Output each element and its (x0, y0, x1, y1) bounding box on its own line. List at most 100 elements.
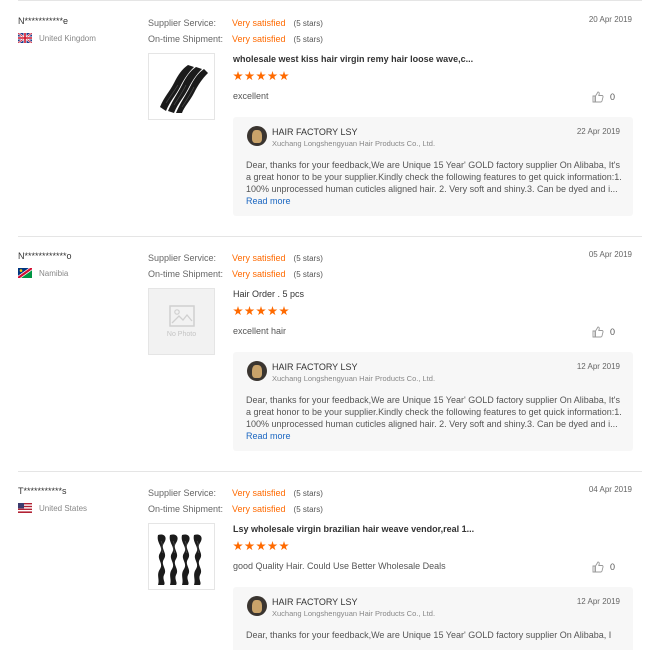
star-icon (233, 541, 243, 551)
star-icon (256, 71, 266, 81)
helpful-count: 0 (609, 327, 615, 337)
ontime-shipment-label: On-time Shipment: (148, 504, 224, 514)
product-title[interactable]: Lsy wholesale virgin brazilian hair weav… (233, 524, 474, 534)
star-icon (233, 71, 243, 81)
supplier-service-row: Supplier Service: Very satisfied (5 star… (148, 15, 323, 31)
reply-date: 22 Apr 2019 (576, 127, 620, 136)
supplier-service-stars: (5 stars) (293, 488, 323, 498)
supplier-service-value: Very satisfied (232, 488, 286, 498)
read-more-link[interactable]: Read more (246, 431, 291, 441)
reply-company-name: Xuchang Longshengyuan Hair Products Co.,… (272, 609, 436, 618)
reply-supplier-name: HAIR FACTORY LSY (272, 362, 358, 372)
supplier-reply: HAIR FACTORY LSY Xuchang Longshengyuan H… (233, 352, 633, 451)
buyer-country: United States (18, 503, 87, 513)
reply-company-name: Xuchang Longshengyuan Hair Products Co.,… (272, 139, 436, 148)
star-icon (279, 306, 289, 316)
ontime-shipment-row: On-time Shipment: Very satisfied (5 star… (148, 266, 323, 282)
supplier-reply: HAIR FACTORY LSY Xuchang Longshengyuan H… (233, 587, 633, 650)
star-icon (279, 71, 289, 81)
supplier-service-row: Supplier Service: Very satisfied (5 star… (148, 485, 323, 501)
helpful-button[interactable]: 0 (592, 326, 615, 338)
buyer-country: Namibia (16, 266, 69, 280)
ontime-shipment-stars: (5 stars) (293, 34, 323, 44)
namibia-flag-icon (16, 266, 34, 280)
review-item: N***********e United Kingdom Supplier Se… (0, 0, 650, 236)
country-name: United States (39, 503, 88, 513)
supplier-service-stars: (5 stars) (293, 253, 323, 263)
ontime-shipment-value: Very satisfied (232, 269, 286, 279)
product-thumbnail[interactable]: No Photo (148, 288, 215, 355)
buyer-name: N************o (18, 251, 72, 261)
ontime-shipment-row: On-time Shipment: Very satisfied (5 star… (148, 31, 323, 47)
ontime-shipment-stars: (5 stars) (293, 269, 323, 279)
product-thumbnail[interactable] (148, 523, 215, 590)
review-date: 05 Apr 2019 (588, 250, 632, 259)
reply-body: Dear, thanks for your feedback,We are Un… (246, 160, 622, 194)
buyer-name: T***********s (18, 486, 67, 496)
ontime-shipment-value: Very satisfied (232, 504, 286, 514)
review-stars (233, 71, 291, 81)
review-stars (233, 306, 291, 316)
review-stars (233, 541, 291, 551)
no-photo-label: No Photo (166, 331, 197, 338)
review-text: excellent hair (233, 326, 287, 336)
star-icon (267, 306, 278, 316)
thumbs-up-icon (592, 561, 604, 573)
product-title[interactable]: Hair Order . 5 pcs (233, 289, 304, 299)
star-icon (233, 306, 243, 316)
supplier-service-value: Very satisfied (232, 253, 286, 263)
ontime-shipment-row: On-time Shipment: Very satisfied (5 star… (148, 501, 323, 517)
buyer-country: United Kingdom (17, 32, 96, 44)
reply-supplier-name: HAIR FACTORY LSY (272, 597, 358, 607)
no-photo-icon (168, 305, 195, 327)
reply-company-name: Xuchang Longshengyuan Hair Products Co.,… (272, 374, 436, 383)
supplier-service-stars: (5 stars) (293, 18, 323, 28)
review-date: 20 Apr 2019 (588, 15, 632, 24)
reply-supplier-name: HAIR FACTORY LSY (272, 127, 358, 137)
supplier-service-row: Supplier Service: Very satisfied (5 star… (148, 250, 323, 266)
hair-bundle-image (159, 64, 208, 113)
reply-body: Dear, thanks for your feedback,We are Un… (246, 630, 612, 640)
thumbs-up-icon (592, 91, 604, 103)
review-date: 04 Apr 2019 (588, 485, 632, 494)
seller-ratings: Supplier Service: Very satisfied (5 star… (148, 250, 323, 282)
supplier-avatar (247, 361, 267, 381)
us-flag-icon (18, 503, 32, 513)
seller-ratings: Supplier Service: Very satisfied (5 star… (148, 15, 323, 47)
ontime-shipment-label: On-time Shipment: (148, 34, 224, 44)
supplier-avatar (247, 596, 267, 616)
supplier-reply: HAIR FACTORY LSY Xuchang Longshengyuan H… (233, 117, 633, 216)
ontime-shipment-stars: (5 stars) (293, 504, 323, 514)
ontime-shipment-value: Very satisfied (232, 34, 286, 44)
buyer-name: N***********e (18, 16, 69, 26)
review-item: N************o Namibia Supplier Service:… (0, 235, 650, 471)
helpful-button[interactable]: 0 (592, 561, 615, 573)
seller-ratings: Supplier Service: Very satisfied (5 star… (148, 485, 323, 517)
supplier-service-label: Supplier Service: (148, 253, 217, 263)
helpful-count: 0 (609, 92, 615, 102)
product-thumbnail[interactable] (148, 53, 215, 120)
product-title[interactable]: wholesale west kiss hair virgin remy hai… (233, 54, 473, 64)
reply-text: Dear, thanks for your feedback,We are Un… (246, 159, 622, 207)
review-item: T***********s United States Supplier Ser… (0, 470, 650, 650)
country-name: United Kingdom (39, 33, 96, 43)
hair-bundle-image (157, 533, 202, 585)
star-icon (256, 541, 266, 551)
review-text: excellent (233, 91, 269, 101)
ontime-shipment-label: On-time Shipment: (148, 269, 224, 279)
star-icon (256, 306, 266, 316)
reply-body: Dear, thanks for your feedback,We are Un… (246, 395, 622, 429)
country-name: Namibia (39, 268, 69, 278)
supplier-avatar (247, 126, 267, 146)
reply-text: Dear, thanks for your feedback,We are Un… (246, 394, 622, 442)
thumbs-up-icon (592, 326, 604, 338)
review-text: good Quality Hair. Could Use Better Whol… (233, 561, 446, 571)
reply-text: Dear, thanks for your feedback,We are Un… (246, 629, 622, 641)
supplier-service-value: Very satisfied (232, 18, 286, 28)
helpful-button[interactable]: 0 (592, 91, 615, 103)
reply-date: 12 Apr 2019 (576, 362, 620, 371)
read-more-link[interactable]: Read more (246, 196, 291, 206)
star-icon (244, 541, 255, 551)
star-icon (244, 71, 255, 81)
star-icon (244, 306, 255, 316)
